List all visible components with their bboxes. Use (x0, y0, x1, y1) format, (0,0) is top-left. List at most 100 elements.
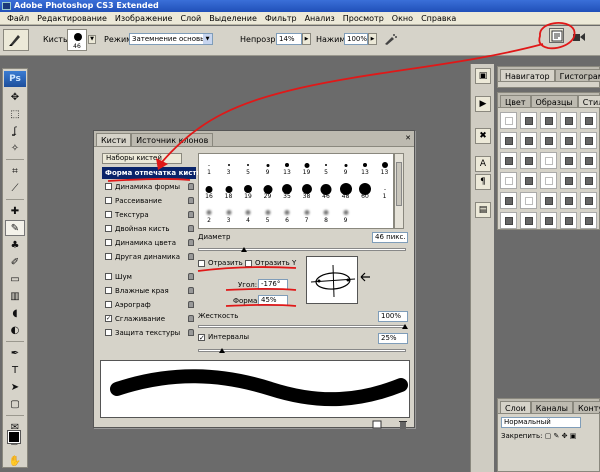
style-swatch[interactable] (580, 212, 597, 229)
brush-tip[interactable]: 1 (375, 180, 395, 202)
style-swatch[interactable] (560, 192, 577, 209)
magic-wand-icon[interactable]: ✧ (5, 140, 25, 156)
option-checkbox[interactable] (105, 183, 112, 190)
brush-tip[interactable]: 46 (316, 180, 336, 202)
brush-option-row[interactable]: Шум (102, 271, 196, 283)
brush-tip[interactable]: 5 (238, 156, 258, 178)
brush-option-row[interactable]: ✓ Сглаживание (102, 313, 196, 325)
menu-item[interactable]: Редактирование (33, 12, 111, 25)
brush-tip[interactable]: 38 (297, 180, 317, 202)
airbrush-icon[interactable] (383, 32, 397, 46)
lock-icon[interactable] (188, 273, 194, 280)
option-checkbox[interactable] (105, 211, 112, 218)
brush-tip[interactable]: 7 (297, 204, 317, 226)
brush-presets-button[interactable]: Наборы кистей (102, 153, 182, 164)
brush-option-row[interactable]: Рассеивание (102, 195, 196, 207)
opacity-input[interactable]: 14% (276, 33, 302, 45)
dock-tools-icon[interactable]: ✖ (475, 128, 491, 144)
diameter-slider[interactable] (198, 248, 406, 251)
lock-icon[interactable] (188, 329, 194, 336)
toggle-brushes-palette-button[interactable] (549, 28, 564, 43)
brush-tip[interactable]: 13 (277, 156, 297, 178)
lock-icon[interactable] (188, 253, 194, 260)
style-swatch[interactable] (520, 192, 537, 209)
brush-tip[interactable]: 1 (199, 156, 219, 178)
brush-tip[interactable]: 4 (238, 204, 258, 226)
menu-item[interactable]: Изображение (111, 12, 177, 25)
spacing-input[interactable]: 25% (378, 333, 408, 344)
menu-item[interactable]: Слой (176, 12, 205, 25)
brush-tip[interactable]: 9 (258, 156, 278, 178)
brush-option-row[interactable]: Динамика цвета (102, 237, 196, 249)
style-swatch[interactable] (540, 192, 557, 209)
lock-icon[interactable] (188, 301, 194, 308)
healing-icon[interactable]: ✚ (5, 203, 25, 219)
tab-2[interactable]: Стили (577, 95, 600, 107)
option-checkbox[interactable] (105, 287, 112, 294)
tab-1[interactable]: Каналы (530, 401, 573, 413)
spacing-slider[interactable] (198, 349, 406, 352)
brush-option-row[interactable]: Аэрограф (102, 299, 196, 311)
lock-icon[interactable] (188, 315, 194, 322)
spacing-slider-knob[interactable] (219, 348, 225, 353)
brush-tip[interactable]: 5 (316, 156, 336, 178)
lock-icon[interactable] (188, 287, 194, 294)
brush-tip[interactable]: 5 (258, 204, 278, 226)
dock-navigator-icon[interactable]: ▣ (475, 68, 491, 84)
type-icon[interactable]: T (5, 362, 25, 378)
style-swatch[interactable] (580, 152, 597, 169)
style-swatch[interactable] (580, 112, 597, 129)
workspace-icon[interactable] (572, 31, 586, 43)
style-swatch[interactable] (540, 132, 557, 149)
delete-icon[interactable] (398, 420, 408, 429)
menu-item[interactable]: Фильтр (261, 12, 301, 25)
style-swatch[interactable] (560, 132, 577, 149)
diameter-input[interactable]: 46 пикс. (372, 232, 408, 243)
foreground-color-swatch[interactable] (7, 430, 21, 444)
history-brush-icon[interactable]: ✐ (5, 254, 25, 270)
lock-icon[interactable] (188, 225, 194, 232)
hardness-slider[interactable] (198, 325, 406, 328)
style-swatch[interactable] (540, 112, 557, 129)
hand-icon[interactable]: ✋ (5, 453, 25, 469)
brush-preview-button[interactable]: 46 (67, 29, 87, 51)
dock-paragraph-icon[interactable]: ¶ (475, 174, 491, 190)
option-checkbox[interactable] (105, 225, 112, 232)
menu-item[interactable]: Справка (417, 12, 460, 25)
tab-0[interactable]: Цвет (500, 95, 531, 107)
style-swatch[interactable] (520, 172, 537, 189)
flip-x-checkbox[interactable] (198, 260, 205, 267)
option-checkbox[interactable] (105, 273, 112, 280)
tab-2[interactable]: Контуры (572, 401, 600, 413)
option-checkbox[interactable] (105, 329, 112, 336)
marquee-icon[interactable]: ⬚ (5, 106, 25, 122)
move-icon[interactable]: ✥ (5, 89, 25, 105)
brush-tip[interactable]: 19 (238, 180, 258, 202)
brush-tip[interactable]: 2 (199, 204, 219, 226)
dock-character-icon[interactable]: A (475, 156, 491, 172)
style-swatch[interactable] (580, 132, 597, 149)
tab-0[interactable]: Навигатор (500, 69, 555, 81)
style-swatch[interactable] (560, 212, 577, 229)
diameter-slider-knob[interactable] (241, 247, 247, 252)
style-swatch[interactable] (560, 152, 577, 169)
style-swatch[interactable] (500, 132, 517, 149)
tab-0[interactable]: Слои (500, 401, 531, 413)
new-preset-icon[interactable] (372, 420, 382, 429)
style-swatch[interactable] (580, 172, 597, 189)
brush-tip[interactable]: 48 (336, 180, 356, 202)
lock-icon[interactable] (188, 183, 194, 190)
slice-icon[interactable]: ⟋ (5, 180, 25, 196)
stamp-icon[interactable]: ♣ (5, 237, 25, 253)
brush-tip[interactable]: 9 (336, 204, 356, 226)
brush-dropdown-button[interactable]: ▼ (88, 35, 96, 44)
angle-roundness-preview[interactable] (306, 256, 358, 304)
tab-0[interactable]: Кисти (96, 133, 132, 146)
style-swatch[interactable] (500, 192, 517, 209)
brush-option-row[interactable]: Двойная кисть (102, 223, 196, 235)
lock-icon[interactable] (188, 239, 194, 246)
brush-tip[interactable]: 35 (277, 180, 297, 202)
hardness-slider-knob[interactable] (402, 324, 408, 329)
eraser-icon[interactable]: ▭ (5, 271, 25, 287)
brush-tip[interactable]: 13 (375, 156, 395, 178)
